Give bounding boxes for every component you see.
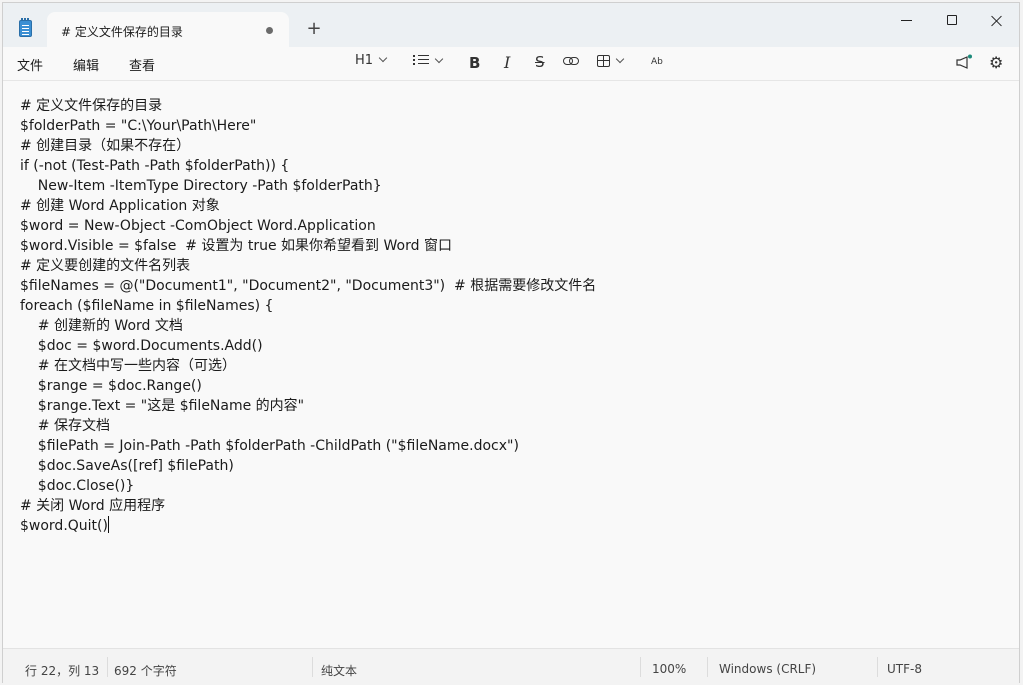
text-caret (107, 516, 109, 533)
whats-new-button[interactable] (955, 54, 973, 70)
code-line: $doc.SaveAs([ref] $filePath) (20, 458, 234, 474)
code-line: # 定义要创建的文件名列表 (20, 258, 191, 274)
status-divider (640, 657, 641, 677)
code-line: $word = New-Object -ComObject Word.Appli… (20, 218, 376, 234)
strikethrough-button[interactable]: S (535, 53, 545, 73)
code-line: # 关闭 Word 应用程序 (20, 498, 166, 514)
code-line: $fileNames = @("Document1", "Document2",… (20, 278, 597, 294)
unsaved-dot-icon[interactable] (266, 27, 273, 34)
code-line: $filePath = Join-Path -Path $folderPath … (20, 438, 519, 454)
new-tab-button[interactable]: + (305, 20, 323, 38)
notepad-window: # 定义文件保存的目录 + 文件 编辑 查看 H1 B I S Ab ⚙ # 定… (2, 2, 1020, 684)
code-line: $range.Text = "这是 $fileName 的内容" (20, 398, 305, 414)
maximize-button[interactable] (937, 11, 967, 31)
status-divider (877, 657, 878, 677)
chevron-down-icon (378, 53, 388, 63)
minimize-button[interactable] (891, 11, 921, 31)
chevron-down-icon (615, 54, 625, 64)
settings-gear-icon[interactable]: ⚙ (989, 53, 1003, 73)
code-line: foreach ($fileName in $fileNames) { (20, 298, 274, 314)
status-divider (707, 657, 708, 677)
spellcheck-button[interactable]: Ab (651, 53, 663, 73)
close-button[interactable] (982, 11, 1012, 31)
list-icon (413, 54, 429, 66)
code-line: $folderPath = "C:\Your\Path\Here" (20, 118, 257, 134)
format-mode[interactable]: 纯文本 (321, 662, 357, 679)
notepad-app-icon (19, 18, 32, 37)
table-dropdown[interactable] (597, 53, 625, 73)
heading-label: H1 (355, 53, 374, 68)
menu-file[interactable]: 文件 (17, 55, 43, 74)
code-line: # 定义文件保存的目录 (20, 98, 163, 114)
code-line: # 创建新的 Word 文档 (20, 318, 183, 334)
heading-dropdown[interactable]: H1 (355, 53, 388, 73)
status-bar: 行 22，列 13 692 个字符 纯文本 100% Windows (CRLF… (3, 648, 1019, 684)
cursor-position: 行 22，列 13 (25, 664, 100, 678)
menu-edit[interactable]: 编辑 (73, 55, 99, 74)
list-dropdown[interactable] (413, 53, 444, 73)
menu-bar: 文件 编辑 查看 H1 B I S Ab ⚙ (3, 47, 1019, 81)
char-count: 692 个字符 (114, 664, 177, 678)
code-line: $range = $doc.Range() (20, 378, 202, 394)
status-divider (312, 657, 313, 677)
code-line: New-Item -ItemType Directory -Path $fold… (20, 178, 382, 194)
menu-view[interactable]: 查看 (129, 55, 155, 74)
code-line: $doc = $word.Documents.Add() (20, 338, 263, 354)
code-line: # 保存文档 (20, 418, 110, 434)
line-ending[interactable]: Windows (CRLF) (719, 662, 816, 676)
tab-title: # 定义文件保存的目录 (61, 25, 183, 39)
code-line: if (-not (Test-Path -Path $folderPath)) … (20, 158, 290, 174)
code-line: $doc.Close()} (20, 478, 135, 494)
tab-document[interactable]: # 定义文件保存的目录 (47, 12, 289, 48)
encoding[interactable]: UTF-8 (887, 662, 922, 676)
code-line: # 创建目录（如果不存在） (20, 138, 191, 154)
chevron-down-icon (434, 54, 444, 64)
table-icon (597, 55, 610, 67)
title-bar: # 定义文件保存的目录 + (3, 3, 1019, 48)
code-line: $word.Quit() (20, 516, 109, 534)
megaphone-icon (956, 54, 972, 69)
status-divider (107, 657, 108, 677)
spellcheck-icon: Ab (651, 57, 663, 67)
text-editor[interactable]: # 定义文件保存的目录 $folderPath = "C:\Your\Path\H… (3, 81, 1019, 648)
italic-button[interactable]: I (504, 53, 510, 73)
bold-button[interactable]: B (469, 54, 480, 74)
zoom-level[interactable]: 100% (652, 662, 686, 676)
code-line: # 创建 Word Application 对象 (20, 198, 220, 214)
link-icon[interactable] (563, 57, 579, 65)
code-line: # 在文档中写一些内容（可选） (20, 358, 236, 374)
code-line: $word.Visible = $false # 设置为 true 如果你希望看… (20, 238, 452, 254)
